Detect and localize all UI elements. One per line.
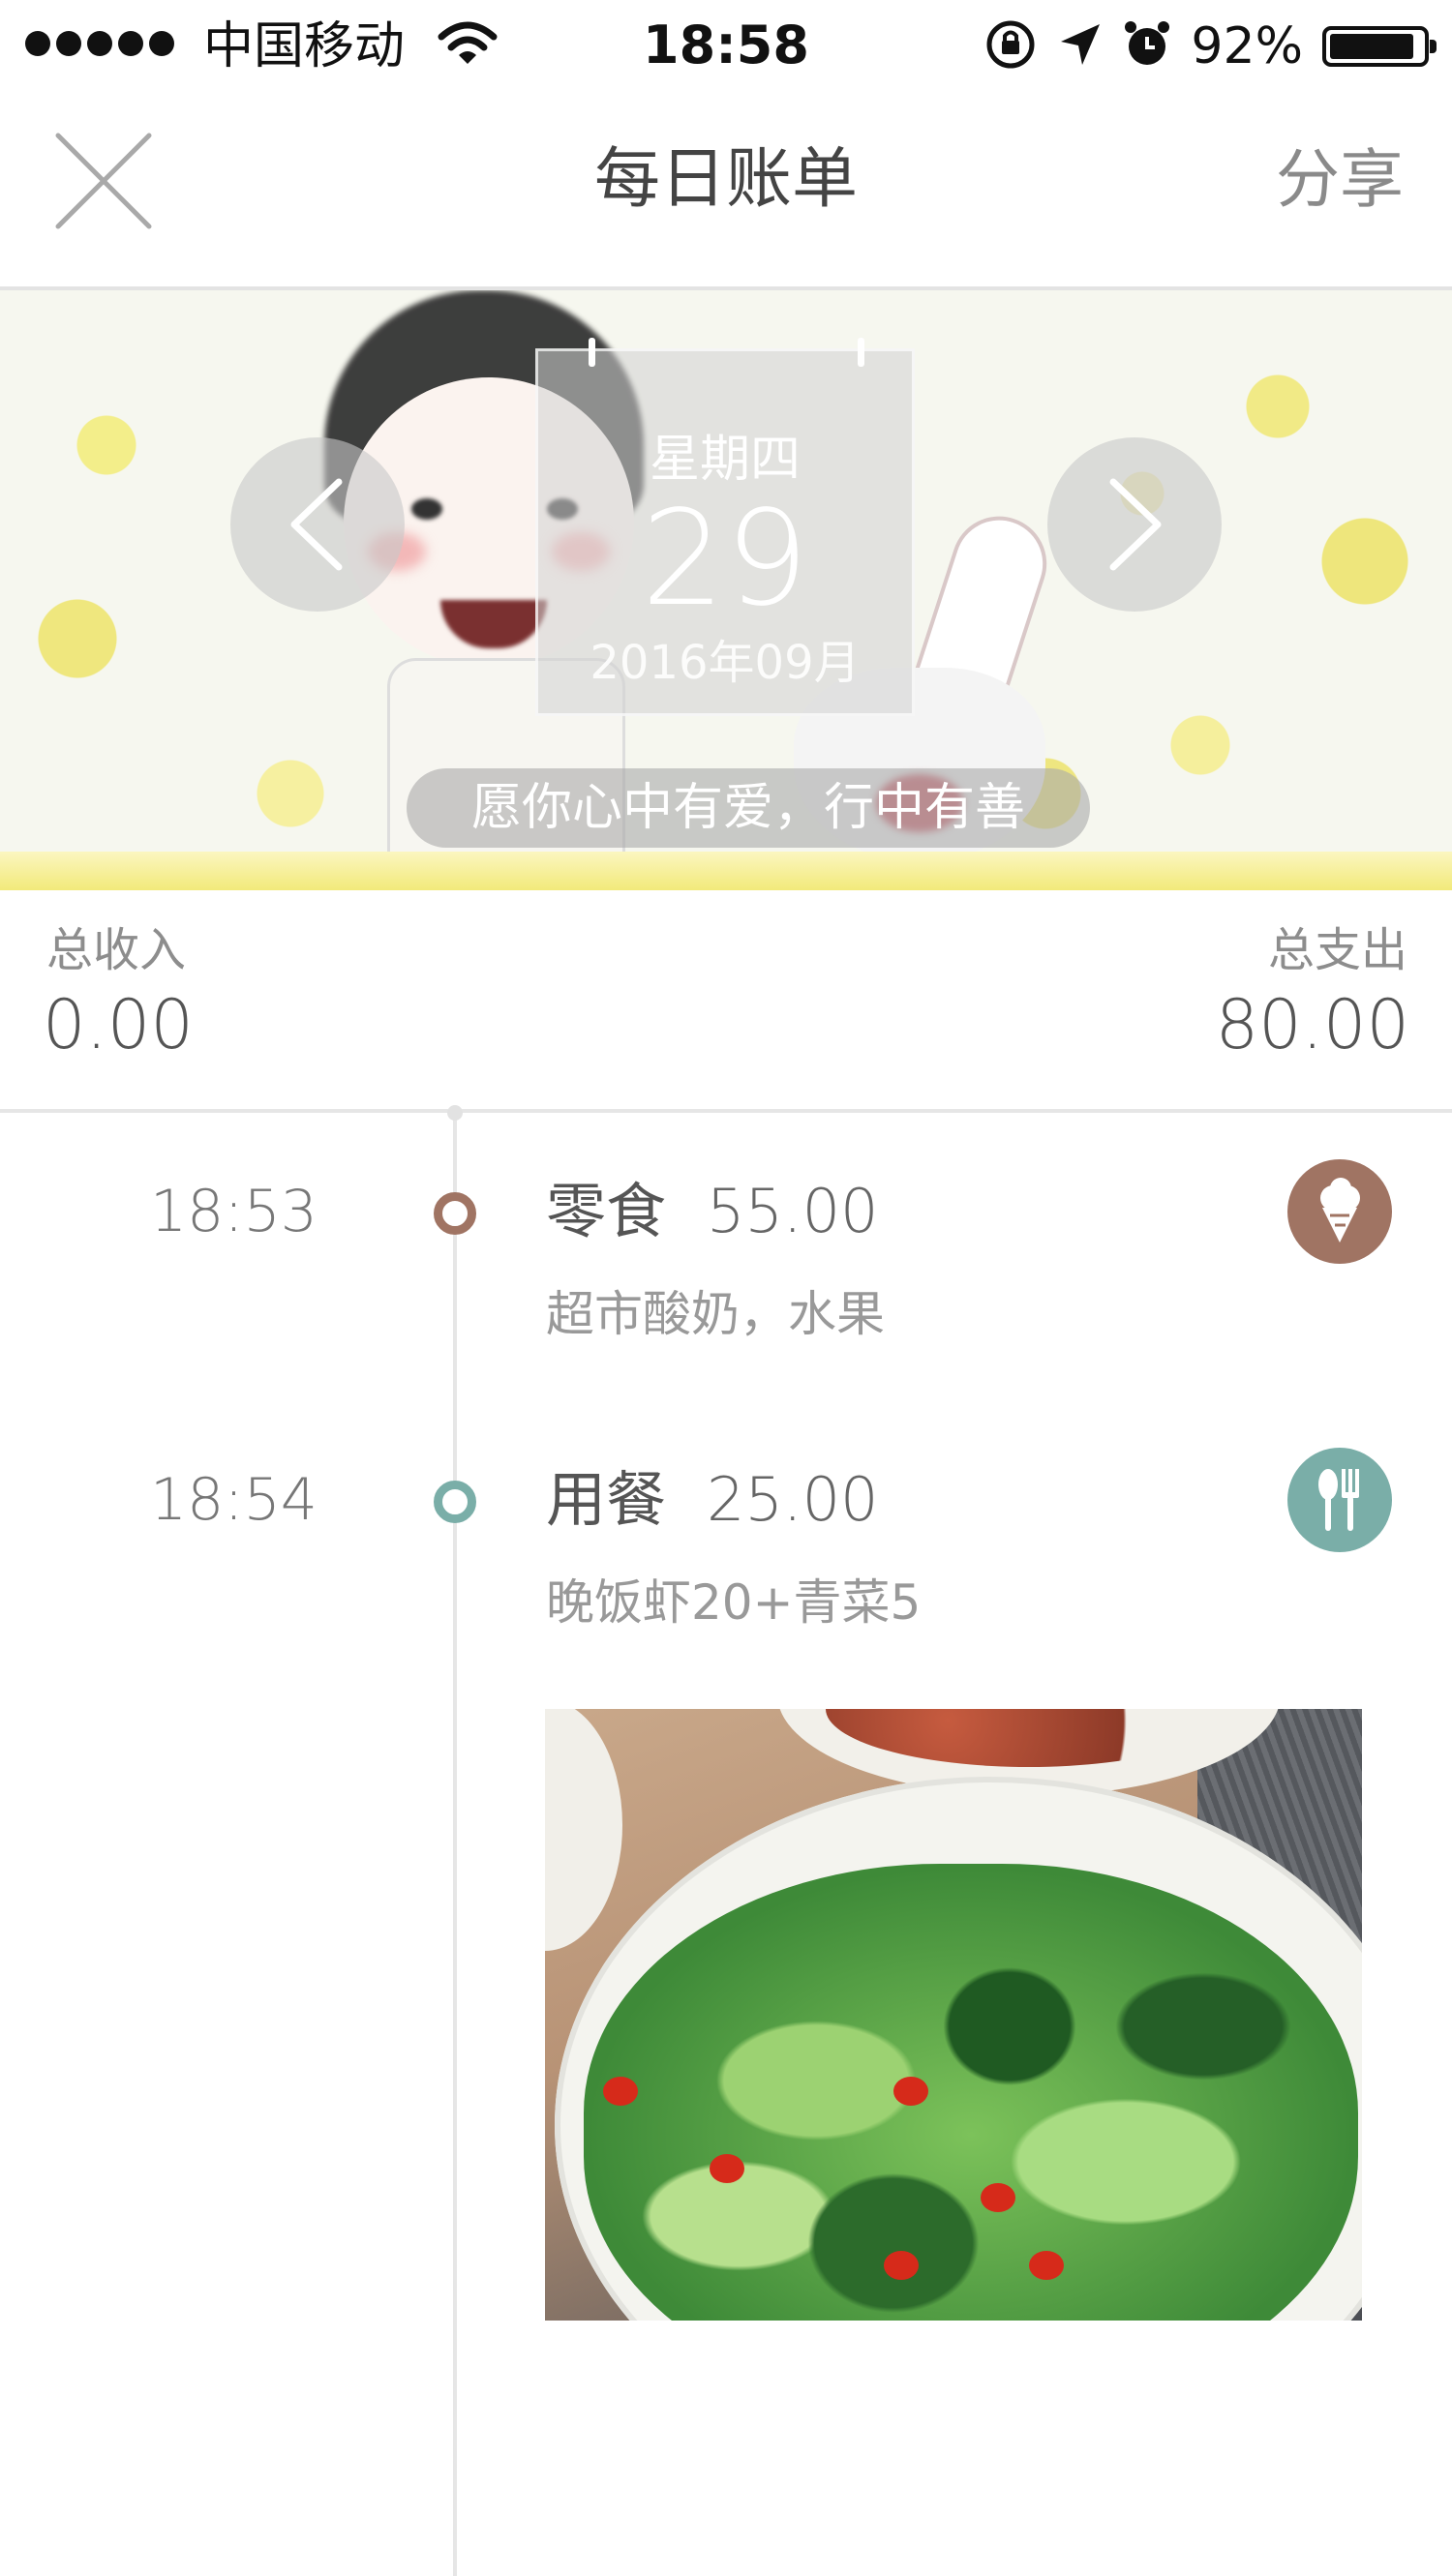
total-expense-label: 总支出 <box>1267 923 1407 977</box>
timeline-start-dot <box>447 1105 463 1121</box>
total-income-label: 总收入 <box>46 923 187 977</box>
weekday-label: 星期四 <box>649 431 801 489</box>
alarm-icon <box>1123 18 1171 75</box>
timeline-line <box>453 1113 457 2576</box>
battery-icon <box>1322 26 1437 67</box>
calendar-ring <box>589 338 595 367</box>
calendar-date-card: 星期四 29 2016年09月 <box>535 338 915 716</box>
daily-quote: 愿你心中有爱，行中有善 <box>407 768 1090 848</box>
navigation-bar: 每日账单 分享 <box>0 93 1452 290</box>
share-button[interactable]: 分享 <box>1276 134 1404 226</box>
status-bar: 中国移动 18:58 92% <box>0 0 1452 93</box>
entry-category: 零食 <box>546 1176 667 1246</box>
year-month-label: 2016年09月 <box>590 636 861 690</box>
chevron-right-icon <box>1109 478 1162 571</box>
utensils-icon <box>1287 1448 1392 1552</box>
entry-time: 18:54 <box>150 1466 318 1534</box>
battery-percentage: 92% <box>1191 17 1303 75</box>
page-title: 每日账单 <box>593 141 858 218</box>
calendar-ring <box>858 338 864 367</box>
chevron-left-icon <box>290 478 343 571</box>
entry-photo[interactable] <box>545 1709 1362 2321</box>
entry-amount: 55.00 <box>707 1176 879 1246</box>
entry-amount: 25.00 <box>707 1464 879 1535</box>
total-expense-value: 80.00 <box>1215 985 1409 1064</box>
ice-cream-icon <box>1287 1159 1392 1264</box>
entry-time: 18:53 <box>150 1178 318 1245</box>
entry-category: 用餐 <box>546 1464 667 1535</box>
timeline-dot <box>434 1192 476 1235</box>
next-day-button[interactable] <box>1047 437 1222 612</box>
totals-summary: 总收入 0.00 总支出 80.00 <box>0 890 1452 1113</box>
location-arrow-icon <box>1057 20 1104 73</box>
entry-note: 超市酸奶，水果 <box>546 1286 885 1342</box>
total-income-value: 0.00 <box>43 985 194 1064</box>
day-number: 29 <box>641 483 809 636</box>
entry-note: 晚饭虾20+青菜5 <box>546 1574 922 1631</box>
previous-day-button[interactable] <box>230 437 405 612</box>
timeline-dot <box>434 1481 476 1523</box>
rotation-lock-icon <box>983 17 1038 75</box>
